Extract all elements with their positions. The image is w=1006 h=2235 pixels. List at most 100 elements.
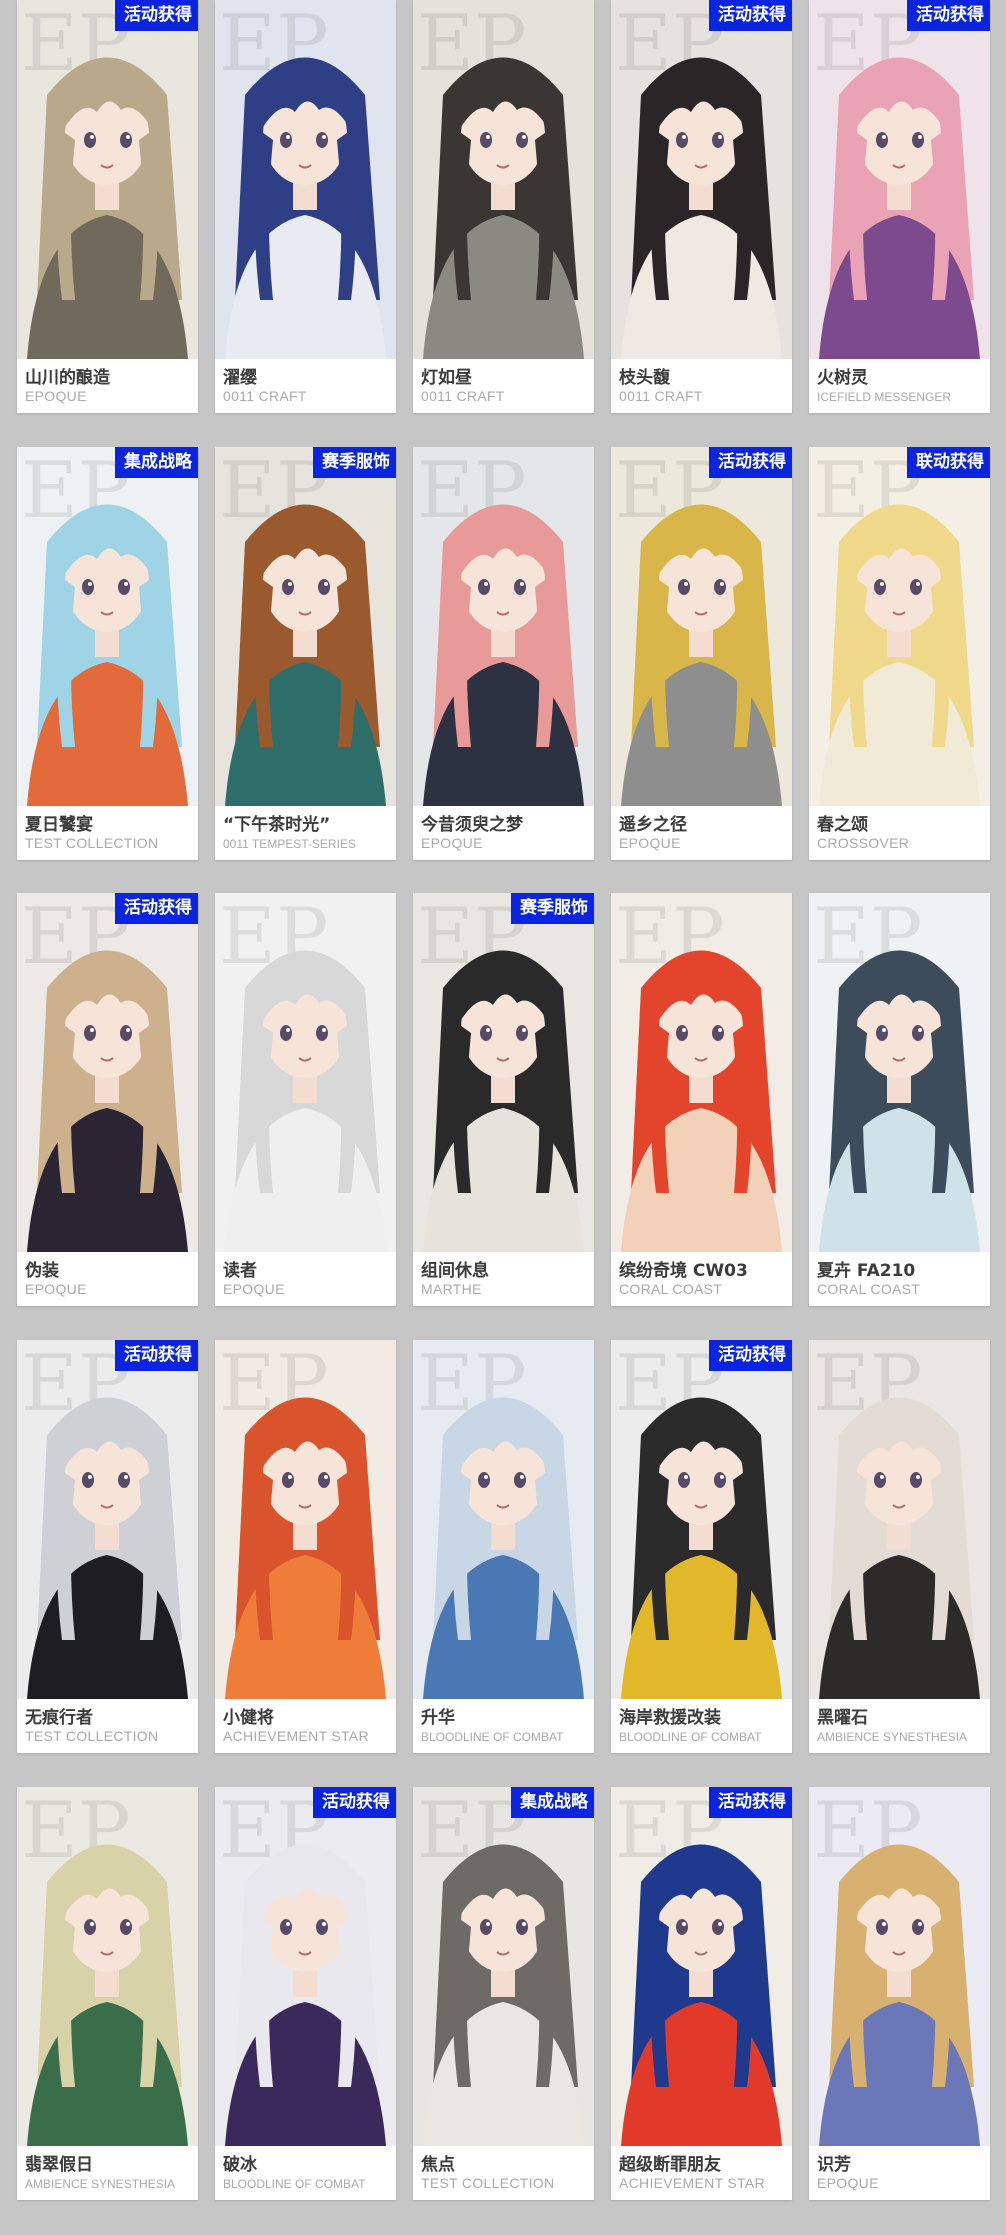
skin-artwork[interactable]: EP (17, 1340, 198, 1699)
skin-name: 黑曜石 (817, 1708, 868, 1728)
skin-name: 火树灵 (817, 368, 868, 388)
skin-artwork[interactable]: EP (413, 1787, 594, 2146)
character-portrait-icon: EP (809, 1340, 990, 1699)
skin-artwork[interactable]: EP (611, 1787, 792, 2146)
skin-series: EPOQUE (421, 835, 483, 851)
skin-artwork[interactable]: EP (215, 1787, 396, 2146)
skin-card[interactable]: EP 翡翠假日 AMBIENCE SYNESTHESIA (17, 1787, 198, 2200)
skin-series: BLOODLINE OF COMBAT (619, 1730, 762, 1744)
skin-card[interactable]: EP 升华 BLOODLINE OF COMBAT (413, 1340, 594, 1753)
skin-series: EPOQUE (223, 1281, 285, 1297)
character-portrait-icon: EP (809, 0, 990, 359)
skin-card[interactable]: EP 识芳 EPOQUE (809, 1787, 990, 2200)
skin-artwork[interactable]: EP (413, 1340, 594, 1699)
skin-series: 0011 CRAFT (619, 388, 703, 404)
skin-name: 遥乡之径 (619, 815, 687, 835)
character-portrait-icon: EP (17, 447, 198, 806)
skin-artwork[interactable]: EP (611, 893, 792, 1252)
skin-card[interactable]: EP 赛季服饰 “下午茶时光” 0011 TEMPEST-SERIES (215, 447, 396, 860)
skin-name: 翡翠假日 (25, 2155, 93, 2175)
acquisition-badge: 活动获得 (709, 447, 792, 478)
skin-card[interactable]: EP 赛季服饰组间休息 MARTHE (413, 893, 594, 1306)
skin-card[interactable]: EP 活动获得 无痕行者 TEST COLLECTION (17, 1340, 198, 1753)
skin-series: EPOQUE (817, 2175, 879, 2191)
skin-series: BLOODLINE OF COMBAT (421, 1730, 564, 1744)
character-portrait-icon: EP (611, 893, 792, 1252)
skin-name: “下午茶时光” (223, 815, 331, 835)
skin-artwork[interactable]: EP (809, 1340, 990, 1699)
skin-name: 读者 (223, 1261, 257, 1281)
skin-card[interactable]: EP 小健将 ACHIEVEMENT STAR (215, 1340, 396, 1753)
skin-artwork[interactable]: EP (413, 447, 594, 806)
skin-artwork[interactable]: EP (215, 0, 396, 359)
skin-name: 识芳 (817, 2155, 851, 2175)
skin-artwork[interactable]: EP (611, 0, 792, 359)
skin-series: 0011 CRAFT (223, 388, 307, 404)
skin-artwork[interactable]: EP (215, 893, 396, 1252)
skin-card[interactable]: EP 集成战略 夏日饕宴 TEST COLLECTION (17, 447, 198, 860)
skin-series: EPOQUE (619, 835, 681, 851)
skin-series: ACHIEVEMENT STAR (223, 1728, 369, 1744)
skin-card[interactable]: EP 缤纷奇境 CW03 CORAL COAST (611, 893, 792, 1306)
skin-card[interactable]: EP 濯缨 0011 CRAFT (215, 0, 396, 413)
character-portrait-icon: EP (413, 447, 594, 806)
skin-artwork[interactable]: EP (215, 1340, 396, 1699)
character-portrait-icon: EP (611, 447, 792, 806)
skin-card[interactable]: EP 活动获得 山川的酿造 EPOQUE (17, 0, 198, 413)
character-portrait-icon: EP (611, 0, 792, 359)
skin-card[interactable]: EP 活动获得 火树灵 ICEFIELD MESSENGER (809, 0, 990, 413)
skin-name: 无痕行者 (25, 1708, 93, 1728)
character-portrait-icon: EP (413, 1787, 594, 2146)
skin-artwork[interactable]: EP (809, 1787, 990, 2146)
skin-artwork[interactable]: EP (17, 0, 198, 359)
character-portrait-icon: EP (413, 0, 594, 359)
skin-series: BLOODLINE OF COMBAT (223, 2177, 366, 2191)
skin-artwork[interactable]: EP (809, 893, 990, 1252)
skin-card[interactable]: EP 夏卉 FA210 CORAL COAST (809, 893, 990, 1306)
skin-name: 破冰 (223, 2155, 257, 2175)
skin-card[interactable]: EP 活动获得 破冰 BLOODLINE OF COMBAT (215, 1787, 396, 2200)
acquisition-badge: 活动获得 (709, 1340, 792, 1371)
skin-artwork[interactable]: EP (809, 447, 990, 806)
skin-card[interactable]: EP 黑曜石 AMBIENCE SYNESTHESIA (809, 1340, 990, 1753)
character-portrait-icon: EP (809, 1787, 990, 2146)
character-portrait-icon: EP (17, 0, 198, 359)
skin-artwork[interactable]: EP (809, 0, 990, 359)
skin-card[interactable]: EP 活动获得海岸救援改装 BLOODLINE OF COMBAT (611, 1340, 792, 1753)
acquisition-badge: 赛季服饰 (511, 893, 594, 924)
skin-series: CROSSOVER (817, 835, 910, 851)
skin-series: MARTHE (421, 1281, 482, 1297)
skin-series: CORAL COAST (817, 1281, 921, 1297)
skin-artwork[interactable]: EP (413, 893, 594, 1252)
character-portrait-icon: EP (17, 893, 198, 1252)
skin-card[interactable]: EP 联动获得 春之颂 CROSSOVER (809, 447, 990, 860)
acquisition-badge: 联动获得 (907, 447, 990, 478)
character-portrait-icon: EP (413, 1340, 594, 1699)
character-portrait-icon: EP (17, 1787, 198, 2146)
skin-artwork[interactable]: EP (17, 893, 198, 1252)
skin-card[interactable]: EP 活动获得遥乡之径 EPOQUE (611, 447, 792, 860)
skin-card[interactable]: EP 集成战略 焦点 TEST COLLECTION (413, 1787, 594, 2200)
skin-artwork[interactable]: EP (215, 447, 396, 806)
skin-card[interactable]: EP 读者 EPOQUE (215, 893, 396, 1306)
character-portrait-icon: EP (611, 1340, 792, 1699)
acquisition-badge: 活动获得 (115, 0, 198, 31)
skin-card[interactable]: EP 活动获得 枝头馥 0011 CRAFT (611, 0, 792, 413)
skin-card[interactable]: EP 活动获得 超级断罪朋友 ACHIEVEMENT STAR (611, 1787, 792, 2200)
skin-name: 组间休息 (421, 1261, 489, 1281)
skin-name: 灯如昼 (421, 368, 472, 388)
skin-artwork[interactable]: EP (17, 447, 198, 806)
skin-card[interactable]: EP 灯如昼 0011 CRAFT (413, 0, 594, 413)
skin-name: 海岸救援改装 (619, 1708, 721, 1728)
skin-artwork[interactable]: EP (413, 0, 594, 359)
skin-artwork[interactable]: EP (611, 1340, 792, 1699)
skin-card[interactable]: EP 今昔须臾之梦 EPOQUE (413, 447, 594, 860)
skin-series: AMBIENCE SYNESTHESIA (25, 2177, 176, 2191)
acquisition-badge: 赛季服饰 (313, 447, 396, 478)
skin-name: 升华 (421, 1708, 455, 1728)
skin-artwork[interactable]: EP (17, 1787, 198, 2146)
skin-card[interactable]: EP 活动获得 伪装 EPOQUE (17, 893, 198, 1306)
skin-series: TEST COLLECTION (25, 1728, 159, 1744)
skin-artwork[interactable]: EP (611, 447, 792, 806)
character-portrait-icon: EP (611, 1787, 792, 2146)
